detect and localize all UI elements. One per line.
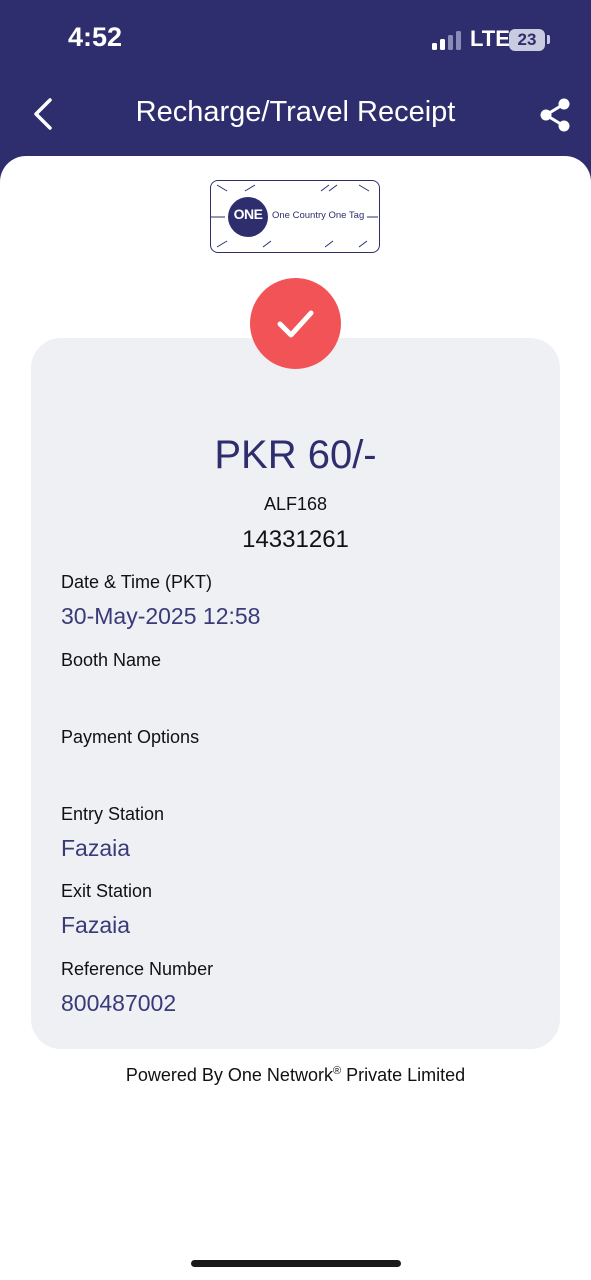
booth-name-label: Booth Name (61, 650, 162, 670)
registered-mark: ® (332, 1065, 342, 1077)
status-time: 4:52 (68, 22, 123, 52)
powered-by-text: Powered By One Network® Private Limited (0, 1065, 591, 1086)
share-button[interactable] (537, 95, 573, 135)
vehicle-number: ALF168 (263, 494, 328, 514)
battery-icon: 23 (509, 29, 545, 51)
signal-strength-icon (432, 31, 461, 50)
page-title: Recharge/Travel Receipt (135, 96, 456, 128)
payment-options-label: Payment Options (61, 727, 200, 747)
date-time-label: Date & Time (PKT) (61, 572, 213, 592)
one-country-one-tag-logo: ONE One Country One Tag (210, 180, 380, 253)
powered-suffix: Private Limited (341, 1065, 466, 1085)
success-badge (250, 278, 341, 369)
exit-station-value: Fazaia (61, 912, 131, 938)
reference-number-label: Reference Number (61, 959, 214, 979)
battery-level: 23 (517, 30, 537, 49)
home-indicator[interactable] (191, 1260, 401, 1267)
share-icon (540, 98, 570, 132)
check-icon (277, 310, 314, 338)
amount-text: PKR 60/- (214, 433, 377, 477)
entry-station-label: Entry Station (61, 804, 165, 824)
date-time-value: 30-May-2025 12:58 (61, 603, 261, 629)
transaction-id: 14331261 (242, 526, 349, 553)
exit-station-label: Exit Station (61, 881, 153, 901)
battery-nub (547, 35, 550, 44)
entry-station-value: Fazaia (61, 835, 131, 861)
network-type: LTE (470, 26, 510, 51)
powered-prefix: Powered By One Network (125, 1065, 333, 1085)
logo-mark: ONE (233, 206, 263, 222)
reference-number-value: 800487002 (61, 990, 177, 1016)
logo-tagline: One Country One Tag (272, 210, 365, 221)
